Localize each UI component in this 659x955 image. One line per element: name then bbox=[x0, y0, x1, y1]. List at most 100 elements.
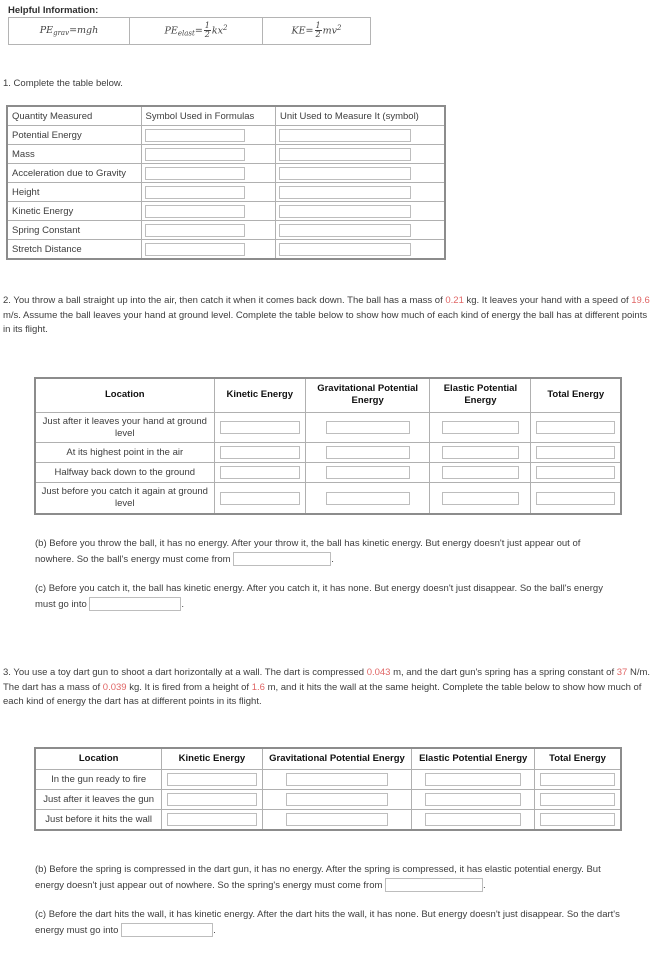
cell-ke-just-before-catch bbox=[213, 482, 306, 515]
input-unit-height[interactable] bbox=[279, 185, 411, 199]
input-epe-just-after-leaves-gun[interactable] bbox=[425, 793, 522, 807]
input-ke-just-before-catch[interactable] bbox=[219, 491, 300, 505]
table-row: Just before it hits the wall bbox=[34, 809, 622, 831]
input-te-in-the-gun[interactable] bbox=[540, 773, 615, 787]
header-symbol-used: Symbol Used in Formulas bbox=[140, 105, 277, 126]
pe-elast-denominator: 2 bbox=[204, 30, 210, 39]
input-epe-in-the-gun[interactable] bbox=[425, 773, 522, 787]
input-q2b-answer[interactable] bbox=[233, 551, 332, 566]
pe-elast-eq: = bbox=[194, 25, 203, 37]
row-label-height: Height bbox=[6, 182, 142, 202]
row-label-just-after-leaves-hand: Just after it leaves your hand at ground… bbox=[34, 411, 215, 444]
cell-unit-potential-energy bbox=[275, 125, 446, 145]
input-symbol-potential-energy[interactable] bbox=[144, 128, 245, 142]
header-quantity-measured: Quantity Measured bbox=[6, 105, 142, 126]
input-symbol-height[interactable] bbox=[144, 185, 245, 199]
input-ke-highest-point[interactable] bbox=[219, 446, 300, 460]
cell-unit-kinetic-energy bbox=[275, 201, 446, 221]
row-label-just-after-leaves-gun: Just after it leaves the gun bbox=[34, 789, 163, 811]
input-symbol-mass[interactable] bbox=[144, 147, 245, 161]
input-unit-stretch-distance[interactable] bbox=[279, 242, 411, 256]
input-epe-halfway-back-down[interactable] bbox=[441, 466, 520, 480]
header-location: Location bbox=[34, 747, 163, 771]
input-gpe-just-before-hits-wall[interactable] bbox=[285, 813, 389, 827]
cell-ke-highest-point bbox=[213, 442, 306, 464]
input-unit-spring-constant[interactable] bbox=[279, 223, 411, 237]
row-label-just-before-catch: Just before you catch it again at ground… bbox=[34, 482, 215, 515]
input-te-just-before-hits-wall[interactable] bbox=[540, 813, 615, 827]
input-te-halfway-back-down[interactable] bbox=[536, 466, 615, 480]
input-gpe-just-after-leaves-gun[interactable] bbox=[285, 793, 389, 807]
cell-ke-just-after-leaves-gun bbox=[161, 789, 263, 811]
input-gpe-halfway-back-down[interactable] bbox=[325, 466, 410, 480]
input-te-just-before-catch[interactable] bbox=[536, 491, 615, 505]
input-unit-kinetic-energy[interactable] bbox=[279, 204, 411, 218]
row-label-spring-constant: Spring Constant bbox=[6, 220, 142, 240]
pe-grav-subscript: grav bbox=[53, 28, 70, 37]
input-epe-just-before-catch[interactable] bbox=[441, 491, 520, 505]
input-symbol-stretch-distance[interactable] bbox=[144, 242, 245, 256]
input-ke-just-before-hits-wall[interactable] bbox=[167, 813, 257, 827]
header-gravitational-potential-energy: Gravitational Potential Energy bbox=[304, 377, 431, 413]
pe-elast-subscript: elast bbox=[177, 29, 195, 38]
table-row: Stretch Distance bbox=[6, 239, 446, 260]
input-symbol-kinetic-energy[interactable] bbox=[144, 204, 245, 218]
input-unit-acceleration[interactable] bbox=[279, 166, 411, 180]
q3-text-2: m, and the dart gun's spring has a sprin… bbox=[390, 667, 617, 678]
input-epe-just-before-hits-wall[interactable] bbox=[425, 813, 522, 827]
ke-eq: = bbox=[305, 25, 314, 37]
row-label-acceleration-due-to-gravity: Acceleration due to Gravity bbox=[6, 163, 142, 183]
cell-te-just-after-leaves-hand bbox=[530, 411, 622, 444]
cell-symbol-height bbox=[140, 182, 277, 202]
input-ke-halfway-back-down[interactable] bbox=[219, 466, 300, 480]
table-row: Acceleration due to Gravity bbox=[6, 163, 446, 183]
input-symbol-acceleration[interactable] bbox=[144, 166, 245, 180]
cell-symbol-spring-constant bbox=[140, 220, 277, 240]
ke-exponent: 2 bbox=[336, 24, 342, 33]
input-gpe-just-after-leaves-hand[interactable] bbox=[325, 421, 410, 435]
header-kinetic-energy: Kinetic Energy bbox=[213, 377, 306, 413]
cell-te-in-the-gun bbox=[534, 769, 622, 791]
cell-unit-acceleration bbox=[275, 163, 446, 183]
cell-te-just-before-catch bbox=[530, 482, 622, 515]
ke-formula: KE= 1 2 mv2 bbox=[261, 17, 372, 45]
input-gpe-highest-point[interactable] bbox=[325, 446, 410, 460]
input-epe-highest-point[interactable] bbox=[441, 446, 520, 460]
input-ke-just-after-leaves-gun[interactable] bbox=[167, 793, 257, 807]
input-gpe-just-before-catch[interactable] bbox=[325, 491, 410, 505]
input-q3c-answer[interactable] bbox=[121, 922, 214, 937]
cell-unit-spring-constant bbox=[275, 220, 446, 240]
input-te-highest-point[interactable] bbox=[536, 446, 615, 460]
question-3-part-c: (c) Before the dart hits the wall, it ha… bbox=[35, 907, 630, 939]
table-row: Height bbox=[6, 182, 446, 202]
q2-text-2: kg. It leaves your hand with a speed of bbox=[463, 295, 632, 306]
cell-ke-in-the-gun bbox=[161, 769, 263, 791]
worksheet-page: Helpful Information: PEgrav=mgh PEelast=… bbox=[0, 0, 659, 955]
input-gpe-in-the-gun[interactable] bbox=[285, 773, 389, 787]
input-te-just-after-leaves-gun[interactable] bbox=[540, 793, 615, 807]
input-te-just-after-leaves-hand[interactable] bbox=[536, 421, 615, 435]
row-label-highest-point: At its highest point in the air bbox=[34, 442, 215, 464]
input-unit-mass[interactable] bbox=[279, 147, 411, 161]
cell-epe-halfway-back-down bbox=[429, 462, 532, 484]
cell-gpe-highest-point bbox=[304, 442, 431, 464]
input-symbol-spring-constant[interactable] bbox=[144, 223, 245, 237]
table-header-row: Location Kinetic Energy Gravitational Po… bbox=[34, 377, 622, 413]
cell-gpe-just-before-hits-wall bbox=[261, 809, 413, 831]
table-row: Mass bbox=[6, 144, 446, 164]
input-epe-just-after-leaves-hand[interactable] bbox=[441, 421, 520, 435]
header-kinetic-energy: Kinetic Energy bbox=[161, 747, 263, 771]
q2-text-3: m/s. Assume the ball leaves your hand at… bbox=[3, 309, 648, 336]
input-q2c-answer[interactable] bbox=[89, 596, 182, 611]
input-q3b-answer[interactable] bbox=[385, 877, 484, 892]
ke-denominator: 2 bbox=[315, 30, 321, 39]
cell-gpe-just-after-leaves-gun bbox=[261, 789, 413, 811]
header-location: Location bbox=[34, 377, 215, 413]
input-ke-just-after-leaves-hand[interactable] bbox=[219, 421, 300, 435]
cell-gpe-just-after-leaves-hand bbox=[304, 411, 431, 444]
row-label-kinetic-energy: Kinetic Energy bbox=[6, 201, 142, 221]
pe-elast-lhs: PE bbox=[164, 25, 178, 37]
input-unit-potential-energy[interactable] bbox=[279, 128, 411, 142]
input-ke-in-the-gun[interactable] bbox=[167, 773, 257, 787]
question-2-prompt: 2. You throw a ball straight up into the… bbox=[3, 294, 653, 338]
